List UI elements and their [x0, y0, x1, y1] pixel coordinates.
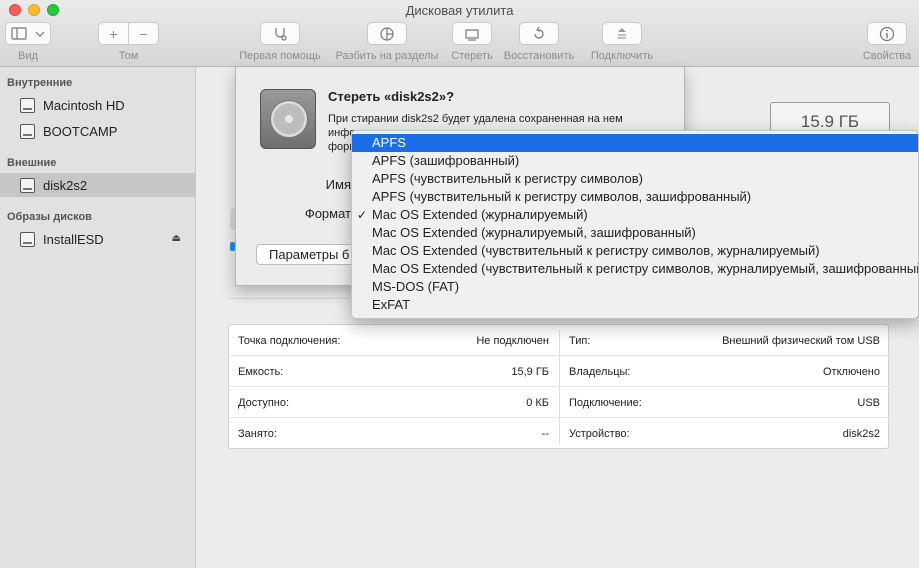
- table-row: Емкость: 15,9 ГБ Владельцы: Отключено: [229, 356, 890, 387]
- first-aid-button[interactable]: [260, 22, 300, 45]
- menu-item-hfs-case-sensitive-journaled[interactable]: Mac OS Extended (чувствительный к регист…: [352, 242, 918, 260]
- info-label: Свойства: [862, 50, 912, 62]
- toolbar: Дисковая утилита Вид + − Том Первая помо…: [0, 0, 919, 67]
- info-key: Точка подключения:: [238, 335, 341, 347]
- menu-item-hfs-case-sensitive-journaled-encrypted[interactable]: Mac OS Extended (чувствительный к регист…: [352, 260, 919, 278]
- menu-item-apfs-case-sensitive-encrypted[interactable]: APFS (чувствительный к регистру символов…: [352, 188, 918, 206]
- info-value: 15,9 ГБ: [511, 366, 549, 378]
- menu-item-label: Mac OS Extended (чувствительный к регист…: [372, 261, 919, 276]
- format-label: Формат: [304, 206, 351, 221]
- info-value: Не подключен: [476, 335, 549, 347]
- sidebar-item-macintosh-hd[interactable]: Macintosh HD: [0, 93, 196, 117]
- info-key: Тип:: [569, 335, 591, 347]
- info-value: disk2s2: [842, 428, 880, 440]
- disk-icon: [20, 177, 35, 193]
- add-volume-button[interactable]: +: [98, 22, 129, 45]
- info-key: Владельцы:: [569, 366, 631, 378]
- sidebar-item-label: BOOTCAMP: [43, 123, 118, 139]
- menu-item-apfs-encrypted[interactable]: APFS (зашифрованный): [352, 152, 918, 170]
- info-key: Подключение:: [569, 397, 642, 409]
- disk-icon: [20, 97, 35, 113]
- restore-icon: [534, 26, 544, 39]
- partition-button[interactable]: [367, 22, 407, 45]
- first-aid-label: Первая помощь: [239, 50, 321, 62]
- info-value: --: [541, 428, 549, 440]
- eraser-icon: [465, 28, 479, 41]
- info-table: Точка подключения: Не подключен Тип: Вне…: [228, 324, 890, 449]
- menu-item-hfs-journaled-encrypted[interactable]: Mac OS Extended (журналируемый, зашифров…: [352, 224, 918, 242]
- volume-label: Том: [118, 50, 139, 62]
- info-key: Устройство:: [569, 428, 630, 440]
- sidebar-toggle-icon: [11, 26, 45, 40]
- mount-button[interactable]: [602, 22, 642, 45]
- restore-button[interactable]: [519, 22, 559, 45]
- info-value: USB: [857, 397, 880, 409]
- disk-icon: [20, 231, 35, 247]
- info-key: Емкость:: [238, 366, 284, 378]
- security-options-button[interactable]: Параметры б: [256, 244, 356, 265]
- checkmark-icon: ✓: [357, 208, 368, 222]
- menu-item-label: APFS (чувствительный к регистру символов…: [372, 189, 752, 204]
- mount-label: Подключить: [590, 50, 654, 62]
- window-title: Дисковая утилита: [405, 3, 514, 18]
- info-value: Отключено: [823, 366, 880, 378]
- info-key: Доступно:: [238, 397, 290, 409]
- menu-item-ms-dos-fat[interactable]: MS-DOS (FAT): [352, 278, 918, 296]
- menu-item-hfs-journaled[interactable]: ✓ Mac OS Extended (журналируемый): [352, 206, 918, 224]
- menu-item-label: MS-DOS (FAT): [372, 279, 460, 294]
- partition-label: Разбить на разделы: [335, 50, 439, 62]
- internal-header: Внутренние: [7, 77, 73, 89]
- disk-icon: [20, 123, 35, 139]
- eject-icon[interactable]: ⏏: [172, 233, 181, 244]
- sheet-title: Стереть «disk2s2»?: [328, 89, 455, 104]
- sidebar-item-label: disk2s2: [43, 177, 88, 193]
- erase-label: Стереть: [451, 50, 493, 62]
- info-value: Внешний физический том USB: [722, 335, 880, 347]
- sheet-text-line: При стирании disk2s2 будет удалена сохра…: [328, 113, 623, 125]
- table-row: Точка подключения: Не подключен Тип: Вне…: [229, 325, 890, 356]
- hard-drive-icon: [260, 89, 316, 149]
- sidebar: Внутренние Macintosh HD BOOTCAMP Внешние…: [0, 67, 196, 568]
- info-value: 0 КБ: [526, 397, 549, 409]
- menu-item-label: APFS: [372, 135, 406, 150]
- external-header: Внешние: [7, 157, 57, 169]
- table-row: Занято: -- Устройство: disk2s2: [229, 418, 890, 449]
- menu-item-label: APFS (чувствительный к регистру символов…: [372, 171, 643, 186]
- erase-button[interactable]: [452, 22, 492, 45]
- view-label: Вид: [18, 50, 38, 62]
- menu-item-label: ExFAT: [372, 297, 411, 312]
- sidebar-item-disk2s2[interactable]: disk2s2: [0, 173, 196, 197]
- info-icon: [879, 26, 895, 41]
- sidebar-item-label: InstallESD: [43, 231, 104, 247]
- restore-label: Восстановить: [503, 50, 575, 62]
- menu-item-exfat[interactable]: ExFAT: [352, 296, 918, 314]
- menu-item-label: Mac OS Extended (чувствительный к регист…: [372, 243, 820, 258]
- table-row: Доступно: 0 КБ Подключение: USB: [229, 387, 890, 418]
- images-header: Образы дисков: [7, 211, 92, 223]
- pie-chart-icon: [380, 26, 394, 41]
- sidebar-item-installesd[interactable]: InstallESD ⏏: [0, 227, 196, 251]
- name-label: Имя: [325, 177, 351, 192]
- menu-item-label: Mac OS Extended (журналируемый): [372, 207, 588, 222]
- menu-item-apfs-case-sensitive[interactable]: APFS (чувствительный к регистру символов…: [352, 170, 918, 188]
- info-key: Занято:: [238, 428, 277, 440]
- stethoscope-icon: [275, 27, 287, 41]
- remove-volume-button[interactable]: −: [128, 22, 159, 45]
- menu-item-label: Mac OS Extended (журналируемый, зашифров…: [372, 225, 696, 240]
- format-dropdown-menu: APFS APFS (зашифрованный) APFS (чувствит…: [351, 130, 919, 319]
- menu-item-apfs[interactable]: APFS: [352, 134, 918, 152]
- sidebar-item-bootcamp[interactable]: BOOTCAMP: [0, 119, 196, 143]
- view-button[interactable]: [5, 22, 51, 45]
- mount-icon: [618, 27, 626, 39]
- info-button[interactable]: [867, 22, 907, 45]
- sidebar-item-label: Macintosh HD: [43, 97, 125, 113]
- menu-item-label: APFS (зашифрованный): [372, 153, 520, 168]
